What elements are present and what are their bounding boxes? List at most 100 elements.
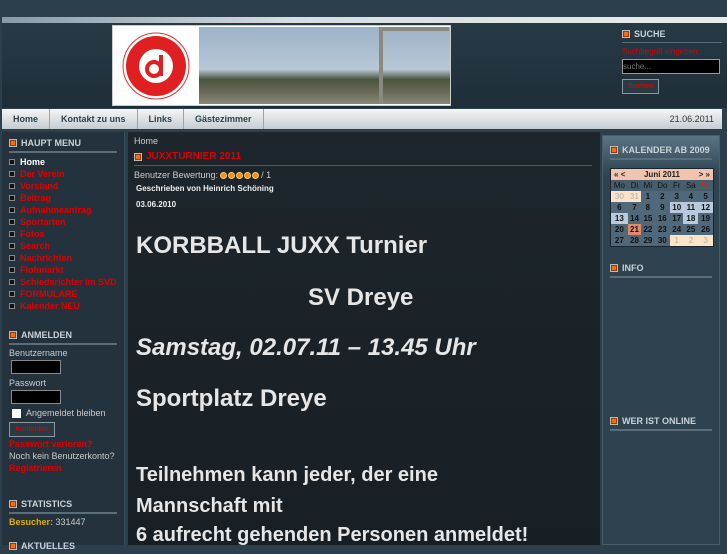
- search-module: SUCHE Suchbegriff eingeben: Suchen: [622, 29, 722, 94]
- visitors-count: 331447: [55, 517, 86, 527]
- calendar-day[interactable]: 22: [641, 224, 655, 235]
- calendar-day[interactable]: 19: [698, 213, 713, 224]
- calendar-day[interactable]: 2: [683, 235, 699, 246]
- menu-item[interactable]: Aufnahmeantrag: [9, 204, 117, 216]
- calendar-day[interactable]: 6: [611, 202, 628, 213]
- calendar-day[interactable]: 1: [670, 235, 684, 246]
- calendar-day[interactable]: 3: [698, 235, 713, 246]
- username-input[interactable]: [11, 360, 61, 374]
- nav-gaestezimmer[interactable]: Gästezimmer: [184, 109, 264, 129]
- article-line: KORBBALL JUXX Turnier: [136, 232, 428, 259]
- calendar-day[interactable]: 10: [670, 202, 684, 213]
- calendar-day[interactable]: 12: [698, 202, 713, 213]
- breadcrumb[interactable]: Home: [134, 136, 594, 146]
- search-button[interactable]: Suchen: [622, 79, 660, 94]
- calendar-day[interactable]: 23: [654, 224, 671, 235]
- menu-item[interactable]: Home: [9, 156, 117, 168]
- menu-item[interactable]: Kalender NEU: [9, 300, 117, 312]
- search-label: Suchbegriff eingeben:: [622, 47, 700, 56]
- menu-item-label: Kalender NEU: [20, 301, 81, 311]
- module-icon: [9, 331, 17, 339]
- nav-home[interactable]: Home: [2, 109, 51, 129]
- menu-item[interactable]: Fotos: [9, 228, 117, 240]
- search-input[interactable]: [622, 59, 720, 74]
- info-title: INFO: [622, 263, 644, 273]
- calendar-day[interactable]: 31: [627, 191, 642, 202]
- bullet-icon: [9, 303, 15, 309]
- bullet-icon: [9, 255, 15, 261]
- remember-label: Angemeldet bleiben: [26, 408, 106, 418]
- article-icon: [134, 152, 142, 161]
- menu-item-label: Sportarten: [20, 217, 66, 227]
- calendar-day[interactable]: 4: [683, 191, 699, 202]
- calendar-day[interactable]: 7: [627, 202, 642, 213]
- nav-kontakt[interactable]: Kontakt zu uns: [50, 109, 138, 129]
- module-icon: [610, 417, 618, 425]
- calendar-day[interactable]: 5: [698, 191, 713, 202]
- article-line: Samstag, 02.07.11 – 13.45 Uhr: [136, 334, 476, 361]
- weekday-label: Sa: [683, 180, 699, 191]
- calendar-day[interactable]: 27: [611, 235, 628, 246]
- calendar-day[interactable]: 18: [683, 213, 699, 224]
- menu-item-label: Schiedsrichter im SVD: [20, 277, 117, 287]
- menu-item[interactable]: Nachrichten: [9, 252, 117, 264]
- menu-item[interactable]: Beitrag: [9, 192, 117, 204]
- remember-checkbox[interactable]: [12, 408, 21, 418]
- menu-item-label: Flohmarkt: [20, 265, 64, 275]
- menu-item[interactable]: Search: [9, 240, 117, 252]
- bullet-icon: [9, 207, 15, 213]
- calendar-day[interactable]: 14: [627, 213, 642, 224]
- module-icon: [9, 542, 17, 550]
- weekday-label: Mi: [641, 180, 655, 191]
- header-banner: [112, 25, 451, 106]
- main-content: Home JUXXTURNIER 2011 Benutzer Bewertung…: [128, 132, 600, 546]
- bullet-icon: [9, 195, 15, 201]
- calendar-day[interactable]: 20: [611, 224, 628, 235]
- calendar-day[interactable]: 17: [670, 213, 684, 224]
- visitors-label: Besucher:: [9, 517, 54, 527]
- calendar-day[interactable]: 16: [654, 213, 671, 224]
- calendar-day[interactable]: 30: [611, 191, 628, 202]
- menu-item[interactable]: Sportarten: [9, 216, 117, 228]
- calendar-month: Juni 2011: [643, 170, 681, 179]
- register-link[interactable]: Registrieren: [9, 463, 117, 473]
- calendar-day[interactable]: 30: [654, 235, 671, 246]
- next-month-button[interactable]: >: [699, 170, 704, 179]
- calendar-day[interactable]: 26: [698, 224, 713, 235]
- module-icon: [610, 146, 618, 154]
- menu-item[interactable]: Vorstand: [9, 180, 117, 192]
- password-input[interactable]: [11, 390, 61, 404]
- calendar-day[interactable]: 21: [627, 224, 642, 235]
- lost-password-link[interactable]: Passwort verloren?: [9, 439, 117, 449]
- article-line: Teilnehmen kann jeder, der eine: [136, 464, 438, 486]
- menu-item-label: Beitrag: [20, 193, 52, 203]
- calendar-day[interactable]: 29: [641, 235, 655, 246]
- online-title: WER IST ONLINE: [622, 416, 696, 426]
- module-icon: [9, 139, 17, 147]
- menu-item[interactable]: FORMULARE: [9, 288, 117, 300]
- calendar-day[interactable]: 13: [611, 213, 628, 224]
- calendar-day[interactable]: 1: [641, 191, 655, 202]
- calendar-day[interactable]: 24: [670, 224, 684, 235]
- rating-stars: [220, 171, 260, 179]
- calendar-day[interactable]: 8: [641, 202, 655, 213]
- calendar-day[interactable]: 3: [670, 191, 684, 202]
- calendar-day[interactable]: 28: [627, 235, 642, 246]
- menu-item[interactable]: Der Verein: [9, 168, 117, 180]
- prev-month-button[interactable]: <: [621, 170, 626, 179]
- calendar-day[interactable]: 25: [683, 224, 699, 235]
- login-button[interactable]: Anmelden: [9, 422, 55, 437]
- main-menu-title: HAUPT MENU: [21, 138, 81, 148]
- right-sidebar: KALENDER AB 2009 « < Juni 2011 > » Mo Di Mi D…: [602, 135, 720, 545]
- next-year-button[interactable]: »: [706, 170, 710, 179]
- calendar-day[interactable]: 2: [654, 191, 671, 202]
- calendar-day[interactable]: 15: [641, 213, 655, 224]
- menu-item[interactable]: Schiedsrichter im SVD: [9, 276, 117, 288]
- calendar-day[interactable]: 11: [683, 202, 699, 213]
- menu-item[interactable]: Flohmarkt: [9, 264, 117, 276]
- bullet-icon: [9, 243, 15, 249]
- club-logo: [113, 26, 199, 105]
- nav-links[interactable]: Links: [138, 109, 185, 129]
- calendar-day[interactable]: 9: [654, 202, 671, 213]
- prev-year-button[interactable]: «: [614, 170, 618, 179]
